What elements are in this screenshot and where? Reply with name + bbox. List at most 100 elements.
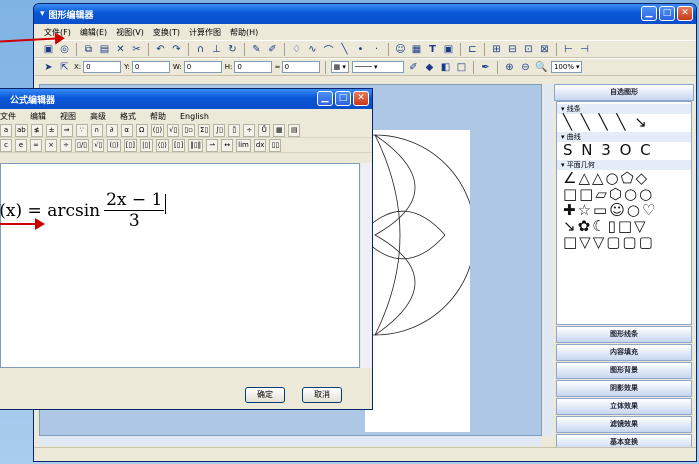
sym-e[interactable]: e <box>15 138 27 152</box>
sym-alpha[interactable]: α <box>120 123 133 137</box>
sym-partial[interactable]: ∂ <box>105 123 118 137</box>
polyline-icon[interactable]: ⌒ <box>322 43 335 57</box>
geometry-shapes-row1[interactable]: ∠△△○⬠◇ <box>557 170 691 186</box>
line-icon[interactable]: ╲ <box>338 43 351 56</box>
tpl-paren[interactable]: (▯) <box>150 123 165 137</box>
line-shapes[interactable]: ╲ ╲ ╲ ╲ ↘ <box>557 114 691 130</box>
tpl-dbl[interactable]: [▯] <box>171 138 186 152</box>
menu-transform[interactable]: 变换(T) <box>153 27 180 38</box>
tpl-sqrt[interactable]: √▯ <box>167 123 180 137</box>
vertical-scrollbar[interactable] <box>543 84 553 436</box>
select-arrow-icon[interactable]: ➤ <box>42 61 55 74</box>
group-icon[interactable]: ⊞ <box>490 43 503 56</box>
front-icon[interactable]: ⊡ <box>522 43 535 56</box>
zoom-dropdown[interactable]: 100% ▾ <box>550 61 583 73</box>
section-graphic-background[interactable]: 图形背景 <box>556 362 692 379</box>
formula-vscroll[interactable] <box>361 163 372 368</box>
fill-color-icon[interactable]: ◆ <box>423 61 436 74</box>
line-style-dropdown[interactable]: ──── ▾ <box>351 61 404 73</box>
sym-ab[interactable]: ab <box>15 123 28 137</box>
section-graphic-lines[interactable]: 图形线条 <box>556 326 692 343</box>
minimize-button[interactable]: ▁ <box>641 6 657 21</box>
autoshape-header[interactable]: 自选图形 <box>554 84 694 101</box>
sym-times[interactable]: × <box>45 138 57 152</box>
pen-icon[interactable]: ✎ <box>250 43 263 56</box>
tpl-lim[interactable]: lim <box>236 138 251 152</box>
align-left-icon[interactable]: ⊏ <box>466 43 479 56</box>
menu-help[interactable]: 帮助(H) <box>230 27 258 38</box>
delete-icon[interactable]: ✕ <box>114 43 127 56</box>
tpl-sum[interactable]: Σ▯ <box>197 123 211 137</box>
formula-icon[interactable]: ☺ <box>394 43 407 56</box>
align-icon[interactable]: ⊥ <box>210 43 223 56</box>
line-width-input[interactable]: 0 <box>281 61 320 73</box>
section-shadow-effect[interactable]: 阴影效果 <box>556 380 692 397</box>
drawn-figure[interactable] <box>274 130 476 432</box>
geometry-shapes-row5[interactable]: □▽▽▢▢▢ <box>557 234 691 250</box>
tpl-matrix[interactable]: ▦ <box>273 123 286 137</box>
y-input[interactable]: 0 <box>131 61 170 73</box>
sym-arrow[interactable]: ⇒ <box>60 123 73 137</box>
sym-pm[interactable]: ± <box>45 123 58 137</box>
pipette-icon[interactable]: ✒ <box>479 61 492 74</box>
geometry-shapes-row2[interactable]: □□▱⬡○○ <box>557 186 691 202</box>
tpl-dx[interactable]: dx <box>253 138 267 152</box>
tpl-fraction[interactable]: ▯/▯ <box>75 138 90 152</box>
zoom-in-icon[interactable]: ⊕ <box>503 61 516 74</box>
ok-button[interactable]: 确定 <box>245 387 285 403</box>
image-icon[interactable]: ▦ <box>410 43 423 56</box>
horizontal-scrollbar[interactable] <box>39 436 542 446</box>
tpl-abs[interactable]: |▯| <box>140 138 153 152</box>
flip-h-icon[interactable]: ⊢ <box>562 43 575 56</box>
sym-c[interactable]: c <box>0 138 12 152</box>
curve-icon[interactable]: ∿ <box>306 43 319 56</box>
paste-icon[interactable]: ▤ <box>98 43 111 56</box>
tpl-subscript[interactable]: ▯▫ <box>182 123 195 137</box>
tpl-mtx[interactable]: ▯▯ <box>269 138 282 152</box>
formula-minimize-button[interactable]: ▁ <box>317 91 333 106</box>
dot-icon[interactable]: · <box>370 43 383 56</box>
point-icon[interactable]: • <box>354 43 367 56</box>
sym-a[interactable]: a <box>0 123 12 137</box>
main-titlebar[interactable]: ▾ 图形编辑器 ▁ □ ✕ <box>34 4 696 24</box>
sym-therefore[interactable]: ∵ <box>75 123 88 137</box>
settings-icon[interactable]: ◎ <box>58 43 71 56</box>
formula-edit-area[interactable]: f(x) = arcsin 2x − 1 3 <box>0 163 360 368</box>
fmenu-file[interactable]: 文件 <box>0 111 16 122</box>
curve-shapes[interactable]: S N 3 O C <box>557 142 691 158</box>
menu-calc-draw[interactable]: 计算作图 <box>189 27 221 38</box>
tpl-bar[interactable]: ▯̄ <box>228 123 241 137</box>
section-filter-effect[interactable]: 滤镜效果 <box>556 416 692 433</box>
text-icon[interactable]: T <box>426 43 439 56</box>
fmenu-format[interactable]: 格式 <box>120 111 136 122</box>
formula-maximize-button[interactable]: □ <box>335 91 351 106</box>
tpl-parens[interactable]: (▯) <box>107 138 121 152</box>
tpl-leftright[interactable]: ↔ <box>221 138 234 152</box>
tpl-nroot[interactable]: √▯ <box>92 138 105 152</box>
vertex-icon[interactable]: ♢ <box>290 43 303 56</box>
save-icon[interactable]: ▣ <box>42 43 55 56</box>
maximize-button[interactable]: □ <box>659 6 675 21</box>
sym-infinity[interactable]: ∞ <box>30 138 42 152</box>
brush-icon[interactable]: ✐ <box>266 43 279 56</box>
section-content-fill[interactable]: 内容填充 <box>556 344 692 361</box>
ungroup-icon[interactable]: ⊟ <box>506 43 519 56</box>
fmenu-edit[interactable]: 编辑 <box>30 111 46 122</box>
line-color-icon[interactable]: ✐ <box>407 61 420 74</box>
sym-omega[interactable]: Ω <box>135 123 148 137</box>
menu-edit[interactable]: 编辑(E) <box>80 27 107 38</box>
frame-icon[interactable]: ▣ <box>442 43 455 56</box>
w-input[interactable]: 0 <box>183 61 222 73</box>
tpl-arrowover[interactable]: ⇀ <box>206 138 219 152</box>
fill-pattern-dropdown[interactable]: ▦ ▾ <box>330 61 349 73</box>
magnet-icon[interactable]: ∩ <box>194 43 207 56</box>
paper-sheet[interactable] <box>274 130 476 432</box>
tpl-angle[interactable]: ⟨▯⟩ <box>155 138 169 152</box>
redo-icon[interactable]: ↷ <box>170 43 183 56</box>
tpl-integral[interactable]: ∫▯ <box>213 123 226 137</box>
border-icon[interactable]: □ <box>455 61 468 74</box>
rotate-icon[interactable]: ↻ <box>226 43 239 56</box>
tpl-norm[interactable]: ‖▯‖ <box>188 138 204 152</box>
x-input[interactable]: 0 <box>83 61 122 73</box>
geometry-shapes-row3[interactable]: ✚☆▭☺○♡ <box>557 202 691 218</box>
